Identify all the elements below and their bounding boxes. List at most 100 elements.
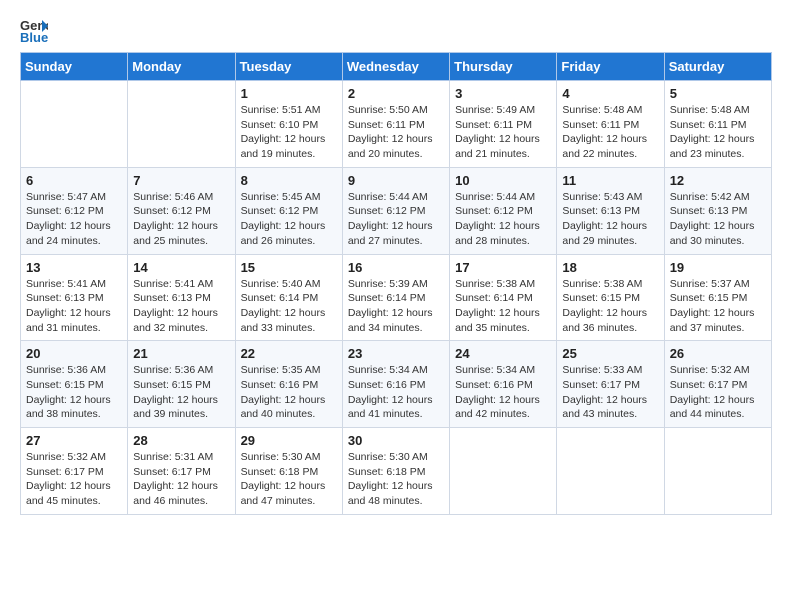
calendar-cell: 17Sunrise: 5:38 AMSunset: 6:14 PMDayligh… <box>450 254 557 341</box>
day-number: 23 <box>348 346 444 361</box>
calendar-cell: 15 Sunrise: 5:40 AMSunset: 6:14 PMDayligh… <box>235 254 342 341</box>
day-detail: Sunrise: 5:48 AMSunset: 6:11 PMDaylight:… <box>562 103 658 162</box>
calendar-cell: 30 Sunrise: 5:30 AMSunset: 6:18 PMDayligh… <box>342 428 449 515</box>
day-detail: Sunrise: 5:31 AMSunset: 6:17 PMDaylight:… <box>133 450 229 509</box>
day-number: 13 <box>26 260 122 275</box>
logo-icon: General Blue <box>20 16 48 44</box>
day-number: 21 <box>133 346 229 361</box>
calendar-week-row: 20 Sunrise: 5:36 AMSunset: 6:15 PMDayligh… <box>21 341 772 428</box>
day-detail: Sunrise: 5:41 AMSunset: 6:13 PMDaylight:… <box>26 277 122 336</box>
calendar-cell: 16Sunrise: 5:39 AMSunset: 6:14 PMDayligh… <box>342 254 449 341</box>
calendar-cell: 19 Sunrise: 5:37 AMSunset: 6:15 PMDayligh… <box>664 254 771 341</box>
day-number: 26 <box>670 346 766 361</box>
day-number: 15 <box>241 260 337 275</box>
page-header: General Blue <box>20 16 772 44</box>
calendar-cell: 24Sunrise: 5:34 AMSunset: 6:16 PMDayligh… <box>450 341 557 428</box>
day-detail: Sunrise: 5:38 AMSunset: 6:14 PMDaylight:… <box>455 277 551 336</box>
calendar-cell: 27 Sunrise: 5:32 AMSunset: 6:17 PMDayligh… <box>21 428 128 515</box>
calendar-cell: 14 Sunrise: 5:41 AMSunset: 6:13 PMDayligh… <box>128 254 235 341</box>
calendar-cell <box>450 428 557 515</box>
day-number: 25 <box>562 346 658 361</box>
day-detail: Sunrise: 5:33 AMSunset: 6:17 PMDaylight:… <box>562 363 658 422</box>
day-detail: Sunrise: 5:43 AMSunset: 6:13 PMDaylight:… <box>562 190 658 249</box>
calendar-cell <box>557 428 664 515</box>
calendar-cell: 13 Sunrise: 5:41 AMSunset: 6:13 PMDayligh… <box>21 254 128 341</box>
calendar-cell: 11 Sunrise: 5:43 AMSunset: 6:13 PMDayligh… <box>557 167 664 254</box>
day-number: 20 <box>26 346 122 361</box>
day-number: 12 <box>670 173 766 188</box>
day-number: 14 <box>133 260 229 275</box>
day-number: 22 <box>241 346 337 361</box>
calendar-cell: 3 Sunrise: 5:49 AMSunset: 6:11 PMDaylight… <box>450 81 557 168</box>
calendar-cell: 5 Sunrise: 5:48 AMSunset: 6:11 PMDaylight… <box>664 81 771 168</box>
calendar-week-row: 27 Sunrise: 5:32 AMSunset: 6:17 PMDayligh… <box>21 428 772 515</box>
day-number: 16 <box>348 260 444 275</box>
day-detail: Sunrise: 5:36 AMSunset: 6:15 PMDaylight:… <box>133 363 229 422</box>
calendar-cell: 22 Sunrise: 5:35 AMSunset: 6:16 PMDayligh… <box>235 341 342 428</box>
weekday-header-row: SundayMondayTuesdayWednesdayThursdayFrid… <box>21 53 772 81</box>
day-number: 19 <box>670 260 766 275</box>
day-detail: Sunrise: 5:48 AMSunset: 6:11 PMDaylight:… <box>670 103 766 162</box>
svg-text:Blue: Blue <box>20 30 48 44</box>
day-number: 27 <box>26 433 122 448</box>
day-detail: Sunrise: 5:30 AMSunset: 6:18 PMDaylight:… <box>348 450 444 509</box>
calendar-cell: 21 Sunrise: 5:36 AMSunset: 6:15 PMDayligh… <box>128 341 235 428</box>
calendar-cell: 7Sunrise: 5:46 AMSunset: 6:12 PMDaylight… <box>128 167 235 254</box>
day-number: 5 <box>670 86 766 101</box>
calendar-cell: 23Sunrise: 5:34 AMSunset: 6:16 PMDayligh… <box>342 341 449 428</box>
day-detail: Sunrise: 5:37 AMSunset: 6:15 PMDaylight:… <box>670 277 766 336</box>
day-detail: Sunrise: 5:36 AMSunset: 6:15 PMDaylight:… <box>26 363 122 422</box>
day-detail: Sunrise: 5:51 AMSunset: 6:10 PMDaylight:… <box>241 103 337 162</box>
logo: General Blue <box>20 16 52 44</box>
calendar-cell: 10 Sunrise: 5:44 AMSunset: 6:12 PMDayligh… <box>450 167 557 254</box>
calendar-cell: 6 Sunrise: 5:47 AMSunset: 6:12 PMDaylight… <box>21 167 128 254</box>
day-detail: Sunrise: 5:42 AMSunset: 6:13 PMDaylight:… <box>670 190 766 249</box>
day-number: 3 <box>455 86 551 101</box>
calendar-cell: 29 Sunrise: 5:30 AMSunset: 6:18 PMDayligh… <box>235 428 342 515</box>
day-detail: Sunrise: 5:50 AMSunset: 6:11 PMDaylight:… <box>348 103 444 162</box>
day-number: 28 <box>133 433 229 448</box>
calendar-week-row: 6 Sunrise: 5:47 AMSunset: 6:12 PMDaylight… <box>21 167 772 254</box>
day-number: 7 <box>133 173 229 188</box>
day-number: 2 <box>348 86 444 101</box>
day-number: 4 <box>562 86 658 101</box>
weekday-header-friday: Friday <box>557 53 664 81</box>
day-number: 29 <box>241 433 337 448</box>
day-detail: Sunrise: 5:44 AMSunset: 6:12 PMDaylight:… <box>348 190 444 249</box>
day-number: 18 <box>562 260 658 275</box>
day-detail: Sunrise: 5:38 AMSunset: 6:15 PMDaylight:… <box>562 277 658 336</box>
calendar-week-row: 1 Sunrise: 5:51 AMSunset: 6:10 PMDaylight… <box>21 81 772 168</box>
weekday-header-saturday: Saturday <box>664 53 771 81</box>
day-number: 10 <box>455 173 551 188</box>
day-detail: Sunrise: 5:49 AMSunset: 6:11 PMDaylight:… <box>455 103 551 162</box>
day-number: 9 <box>348 173 444 188</box>
calendar-cell <box>21 81 128 168</box>
calendar-cell: 1 Sunrise: 5:51 AMSunset: 6:10 PMDaylight… <box>235 81 342 168</box>
day-number: 11 <box>562 173 658 188</box>
calendar-cell: 8Sunrise: 5:45 AMSunset: 6:12 PMDaylight… <box>235 167 342 254</box>
day-number: 24 <box>455 346 551 361</box>
day-detail: Sunrise: 5:35 AMSunset: 6:16 PMDaylight:… <box>241 363 337 422</box>
calendar-table: SundayMondayTuesdayWednesdayThursdayFrid… <box>20 52 772 515</box>
calendar-cell <box>664 428 771 515</box>
day-number: 6 <box>26 173 122 188</box>
calendar-cell: 26Sunrise: 5:32 AMSunset: 6:17 PMDayligh… <box>664 341 771 428</box>
day-detail: Sunrise: 5:30 AMSunset: 6:18 PMDaylight:… <box>241 450 337 509</box>
day-number: 1 <box>241 86 337 101</box>
weekday-header-thursday: Thursday <box>450 53 557 81</box>
day-detail: Sunrise: 5:47 AMSunset: 6:12 PMDaylight:… <box>26 190 122 249</box>
calendar-cell: 25 Sunrise: 5:33 AMSunset: 6:17 PMDayligh… <box>557 341 664 428</box>
calendar-cell: 28 Sunrise: 5:31 AMSunset: 6:17 PMDayligh… <box>128 428 235 515</box>
day-detail: Sunrise: 5:40 AMSunset: 6:14 PMDaylight:… <box>241 277 337 336</box>
day-detail: Sunrise: 5:41 AMSunset: 6:13 PMDaylight:… <box>133 277 229 336</box>
weekday-header-monday: Monday <box>128 53 235 81</box>
day-detail: Sunrise: 5:44 AMSunset: 6:12 PMDaylight:… <box>455 190 551 249</box>
calendar-cell: 9 Sunrise: 5:44 AMSunset: 6:12 PMDaylight… <box>342 167 449 254</box>
day-detail: Sunrise: 5:32 AMSunset: 6:17 PMDaylight:… <box>26 450 122 509</box>
calendar-cell <box>128 81 235 168</box>
weekday-header-sunday: Sunday <box>21 53 128 81</box>
day-number: 30 <box>348 433 444 448</box>
day-number: 8 <box>241 173 337 188</box>
calendar-cell: 18 Sunrise: 5:38 AMSunset: 6:15 PMDayligh… <box>557 254 664 341</box>
weekday-header-wednesday: Wednesday <box>342 53 449 81</box>
